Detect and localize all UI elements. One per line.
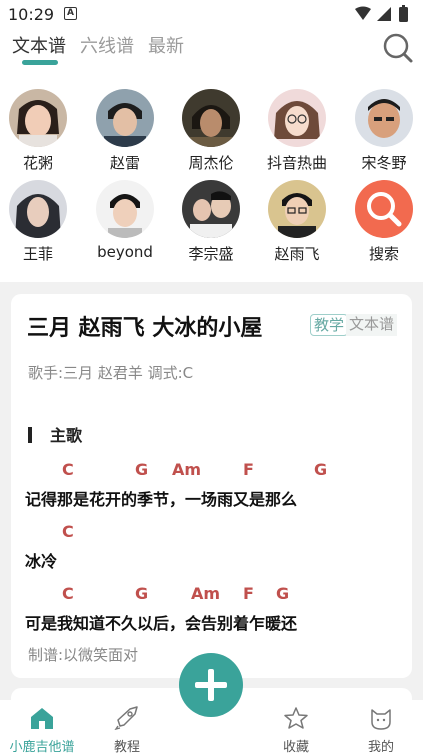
avatar — [268, 89, 326, 147]
artist-name: 花粥 — [22, 154, 53, 172]
app-screen: 10:29 A 文本谱 六线谱 最新 花粥 赵雷 周杰伦 抖音热曲 宋冬野 王菲… — [0, 0, 423, 753]
artist-item[interactable]: beyond — [85, 180, 165, 261]
tab-text-score[interactable]: 文本谱 — [12, 32, 66, 58]
status-bar: 10:29 A — [0, 0, 423, 28]
artist-item[interactable]: 李宗盛 — [171, 180, 251, 264]
lyric-line: 可是我知道不久以后，会告别着乍暖还 — [25, 614, 298, 633]
artist-name: 王菲 — [22, 245, 53, 263]
artist-item[interactable]: 花粥 — [0, 89, 78, 173]
avatar — [182, 180, 240, 238]
song-meta: 歌手:三月 赵君羊 调式:C — [28, 364, 194, 382]
lyric-line: 记得那是花开的季节，一场雨又是那么 — [25, 490, 298, 509]
star-icon — [284, 707, 308, 729]
artist-item[interactable]: 赵雷 — [85, 89, 165, 173]
add-button[interactable] — [179, 653, 243, 717]
nav-label: 教程 — [113, 740, 140, 753]
chord: F — [243, 460, 254, 479]
search-circle-icon — [355, 180, 413, 238]
song-title: 三月 赵雨飞 大冰的小屋 — [27, 316, 263, 341]
artist-name: 周杰伦 — [188, 154, 234, 172]
nav-label: 收藏 — [282, 740, 309, 753]
artist-grid: 花粥 赵雷 周杰伦 抖音热曲 宋冬野 王菲 beyond 李宗盛 赵雨飞 搜索 — [0, 76, 423, 282]
section-heading: 主歌 — [28, 422, 82, 446]
avatar — [9, 180, 67, 238]
tab-credit: 制谱:以微笑面对 — [28, 646, 139, 664]
artist-item[interactable]: 王菲 — [0, 180, 78, 264]
chord: G — [276, 584, 290, 603]
nav-label: 我的 — [367, 740, 394, 753]
search-icon[interactable] — [382, 32, 414, 64]
artist-name: 宋冬野 — [361, 154, 407, 172]
nav-tutorial[interactable]: 教程 — [85, 706, 169, 753]
chord: C — [62, 584, 74, 603]
avatar — [96, 180, 154, 238]
cat-icon — [371, 709, 391, 730]
chord: F — [243, 584, 254, 603]
artist-item[interactable]: 赵雨飞 — [257, 180, 337, 264]
rocket-icon — [114, 706, 138, 731]
chord: G — [135, 460, 149, 479]
tab-latest[interactable]: 最新 — [148, 32, 184, 58]
tag-tutorial: 教学 — [310, 314, 349, 336]
artist-name: 抖音热曲 — [266, 154, 327, 172]
artist-name: 赵雷 — [109, 154, 140, 172]
nav-home[interactable]: 小鹿吉他谱 — [0, 706, 84, 753]
artist-name: 搜索 — [368, 245, 399, 263]
chord: Am — [191, 584, 221, 603]
avatar — [96, 89, 154, 147]
nav-mine[interactable]: 我的 — [339, 706, 423, 753]
chord: C — [62, 522, 74, 541]
nav-label: 小鹿吉他谱 — [9, 740, 75, 753]
artist-name: 赵雨飞 — [274, 245, 320, 263]
nav-favorites[interactable]: 收藏 — [254, 706, 338, 753]
section-label: 主歌 — [50, 426, 83, 445]
artist-name: beyond — [97, 243, 153, 261]
notification-icon: A — [64, 7, 77, 20]
tab-guitar-tab[interactable]: 六线谱 — [80, 32, 134, 58]
home-icon — [31, 708, 53, 729]
artist-name: 李宗盛 — [188, 245, 234, 263]
chord: C — [62, 460, 74, 479]
avatar — [9, 89, 67, 147]
artist-item[interactable]: 抖音热曲 — [257, 89, 337, 173]
active-tab-indicator — [22, 60, 58, 65]
search-artist-button[interactable]: 搜索 — [344, 180, 423, 264]
avatar — [268, 180, 326, 238]
tag-text-score: 文本谱 — [346, 314, 398, 336]
top-tab-bar: 文本谱 六线谱 最新 — [0, 28, 423, 76]
avatar — [182, 89, 240, 147]
section-marker — [28, 427, 32, 443]
chord: G — [314, 460, 328, 479]
plus-icon-bar — [208, 669, 214, 701]
lyric-line: 冰冷 — [25, 552, 58, 571]
chord: Am — [172, 460, 202, 479]
artist-item[interactable]: 周杰伦 — [171, 89, 251, 173]
chord: G — [135, 584, 149, 603]
system-indicators-icon — [355, 5, 408, 22]
avatar — [355, 89, 413, 147]
status-time: 10:29 — [8, 5, 55, 24]
song-card[interactable]: 三月 赵雨飞 大冰的小屋 教学 文本谱 歌手:三月 赵君羊 调式:C 主歌 C … — [11, 294, 412, 678]
artist-item[interactable]: 宋冬野 — [344, 89, 423, 173]
